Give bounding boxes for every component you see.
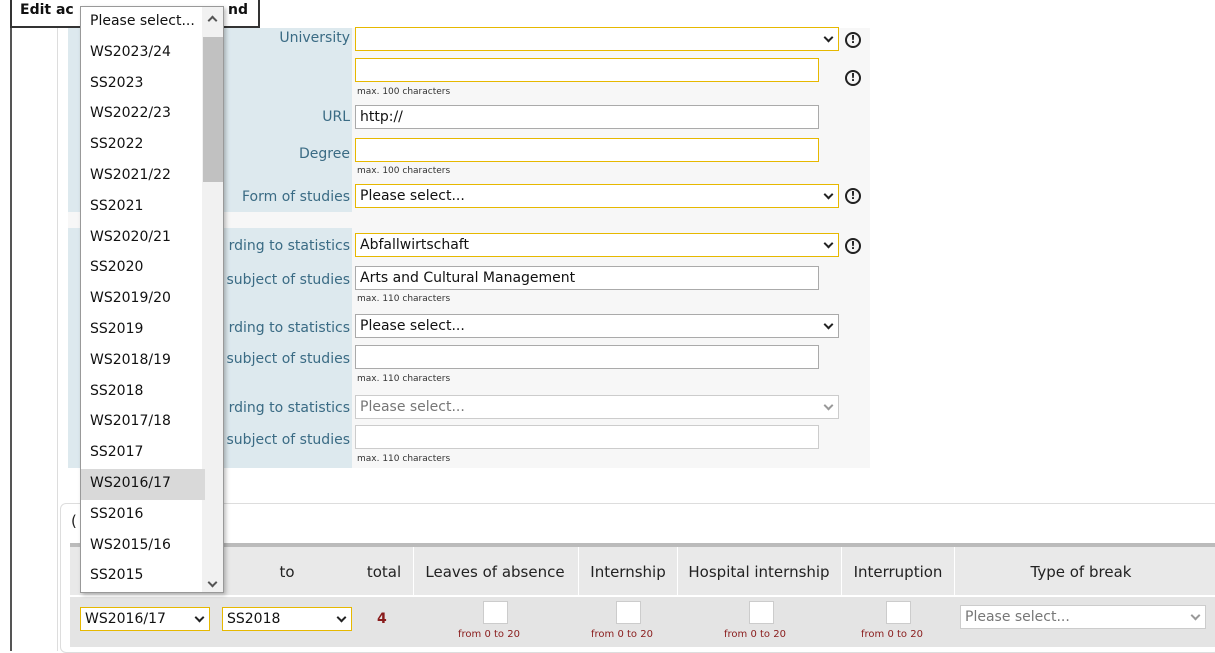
section-title-fragment: ( <box>71 512 77 530</box>
page-frame-line <box>10 0 12 651</box>
from-semester-select[interactable]: WS2016/17 <box>80 607 210 631</box>
dropdown-option[interactable]: SS2017 <box>81 438 205 469</box>
type-of-break-select[interactable]: Please select... <box>960 605 1206 629</box>
dropdown-option[interactable]: SS2016 <box>81 500 205 531</box>
dropdown-option[interactable]: WS2016/17 <box>81 469 205 500</box>
dropdown-option[interactable]: SS2022 <box>81 130 205 161</box>
hospital-internship-input[interactable] <box>749 601 774 624</box>
subject-statistics-3-value: Please select... <box>360 399 465 415</box>
column-type-of-break: Type of break <box>1030 563 1132 581</box>
column-separator <box>677 547 678 595</box>
column-separator <box>578 547 579 595</box>
column-interruption: Interruption <box>853 563 943 581</box>
internship-input[interactable] <box>616 601 641 624</box>
subject-statistics-3-select[interactable]: Please select... <box>355 395 839 419</box>
dropdown-option[interactable]: WS2015/16 <box>81 531 205 562</box>
column-to: to <box>279 563 295 581</box>
university-other-input[interactable] <box>355 58 819 82</box>
to-semester-value: SS2018 <box>227 611 281 627</box>
form-of-studies-select[interactable]: Please select... <box>355 184 839 208</box>
interruption-range: from 0 to 20 <box>861 629 923 640</box>
column-hospital-internship: Hospital internship <box>688 563 830 581</box>
page-title-end: nd <box>228 2 248 18</box>
dropdown-option[interactable]: WS2021/22 <box>81 161 205 192</box>
subject-of-studies-1-input[interactable]: Arts and Cultural Management <box>355 266 819 290</box>
subject-statistics-1-value: Abfallwirtschaft <box>360 237 469 253</box>
interruption-input[interactable] <box>886 601 911 624</box>
dropdown-option[interactable]: Please select... <box>81 7 205 38</box>
from-semester-value: WS2016/17 <box>85 611 166 627</box>
hospital-internship-range: from 0 to 20 <box>724 629 786 640</box>
dropdown-scroll-thumb[interactable] <box>203 37 223 182</box>
dropdown-option[interactable]: WS2017/18 <box>81 407 205 438</box>
field-hint: max. 100 characters <box>357 87 451 97</box>
page-title-start: Edit ac <box>20 2 74 18</box>
subject-3-hint: max. 110 characters <box>357 454 451 464</box>
total-value: 4 <box>377 611 387 627</box>
degree-hint: max. 100 characters <box>357 166 451 176</box>
subject-statistics-1-select[interactable]: Abfallwirtschaft <box>355 233 839 257</box>
dropdown-option[interactable]: SS2019 <box>81 315 205 346</box>
subject-1-hint: max. 110 characters <box>357 294 451 304</box>
dropdown-option[interactable]: WS2022/23 <box>81 99 205 130</box>
subject-of-studies-2-input[interactable] <box>355 345 819 369</box>
warning-icon: ! <box>845 70 861 86</box>
subject-statistics-2-select[interactable]: Please select... <box>355 314 839 338</box>
to-semester-select[interactable]: SS2018 <box>222 607 352 631</box>
subject-of-studies-3-input[interactable] <box>355 425 819 449</box>
column-total: total <box>366 563 402 581</box>
warning-icon: ! <box>845 238 861 254</box>
warning-icon: ! <box>845 32 861 48</box>
column-separator <box>413 547 414 595</box>
internship-range: from 0 to 20 <box>591 629 653 640</box>
content-edge-line <box>57 0 58 651</box>
url-input[interactable]: http:// <box>355 105 819 129</box>
dropdown-option[interactable]: SS2021 <box>81 192 205 223</box>
subject-2-hint: max. 110 characters <box>357 374 451 384</box>
warning-icon: ! <box>845 188 861 204</box>
semester-dropdown-list[interactable]: Please select... WS2023/24 SS2023 WS2022/23… <box>80 6 224 593</box>
type-of-break-value: Please select... <box>965 609 1070 625</box>
form-of-studies-value: Please select... <box>360 188 465 204</box>
leaves-range: from 0 to 20 <box>458 629 520 640</box>
dropdown-option[interactable]: SS2023 <box>81 69 205 100</box>
university-select[interactable] <box>355 27 839 51</box>
subject-statistics-2-value: Please select... <box>360 318 465 334</box>
dropdown-option[interactable]: SS2015 <box>81 561 205 592</box>
degree-input[interactable] <box>355 138 819 162</box>
column-leaves-of-absence: Leaves of absence <box>425 563 565 581</box>
leaves-of-absence-input[interactable] <box>483 601 508 624</box>
dropdown-option[interactable]: WS2019/20 <box>81 284 205 315</box>
column-separator <box>954 547 955 595</box>
column-internship: Internship <box>590 563 666 581</box>
dropdown-option[interactable]: WS2023/24 <box>81 38 205 69</box>
dropdown-option[interactable]: SS2018 <box>81 377 205 408</box>
column-separator <box>841 547 842 595</box>
dropdown-option[interactable]: SS2020 <box>81 253 205 284</box>
dropdown-option[interactable]: WS2018/19 <box>81 346 205 377</box>
dropdown-option[interactable]: WS2020/21 <box>81 223 205 254</box>
